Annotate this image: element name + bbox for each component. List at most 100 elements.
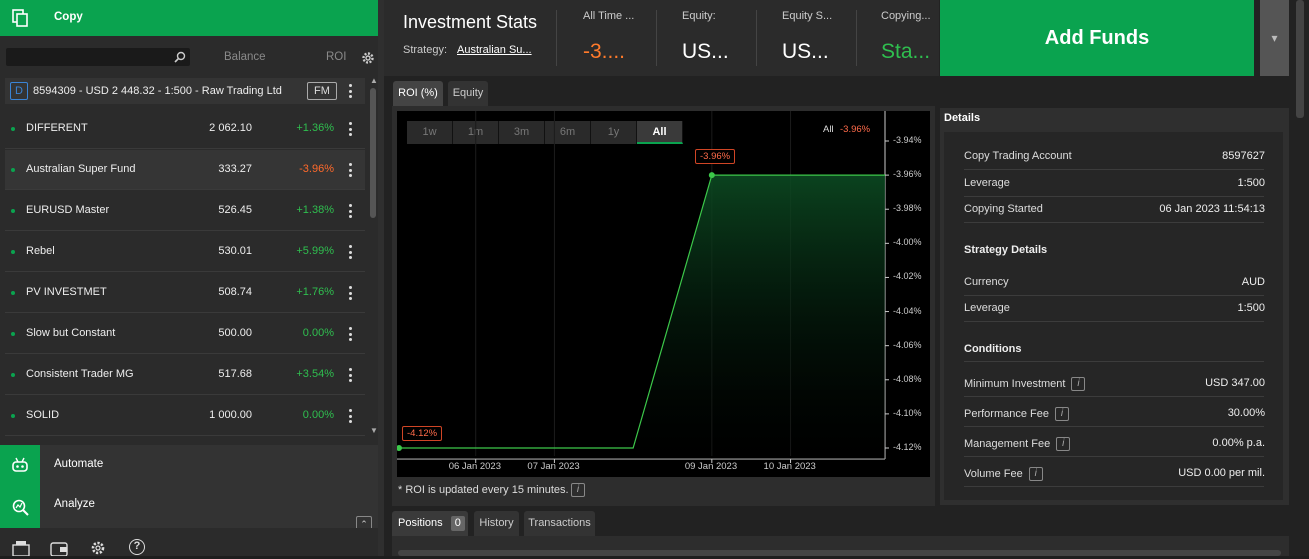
row-menu-icon[interactable] bbox=[345, 285, 355, 301]
strategy-balance: 508.74 bbox=[218, 286, 252, 298]
details-title: Details bbox=[944, 112, 981, 124]
tab-positions[interactable]: Positions 0 bbox=[392, 511, 468, 536]
strategy-row[interactable]: PV INVESTMET 508.74 +1.76% bbox=[5, 273, 365, 313]
main-scrollbar[interactable] bbox=[1296, 0, 1304, 118]
search-icon[interactable] bbox=[174, 51, 186, 63]
strategy-link[interactable]: Australian Su... bbox=[457, 44, 532, 56]
strategy-row[interactable]: Australian Super Fund 333.27 -3.96% bbox=[5, 150, 365, 190]
x-tick-label: 10 Jan 2023 bbox=[763, 461, 816, 472]
cashier-icon[interactable] bbox=[12, 540, 30, 559]
account-menu-icon[interactable] bbox=[345, 83, 355, 99]
strategy-row[interactable]: SOLID 1 000.00 0.00% bbox=[5, 396, 365, 436]
detail-value: USD 0.00 per mil. bbox=[1178, 467, 1265, 479]
y-tick-label: -4.02% bbox=[893, 271, 922, 282]
y-tick-label: -4.12% bbox=[893, 442, 922, 452]
nav-automate-label: Automate bbox=[54, 458, 104, 470]
account-selector[interactable]: D 8594309 - USD 2 448.32 - 1:500 - Raw T… bbox=[5, 78, 365, 104]
balance-column-header[interactable]: Balance bbox=[224, 51, 266, 63]
stats-title: Investment Stats bbox=[403, 12, 538, 32]
detail-value: 06 Jan 2023 11:54:13 bbox=[1159, 203, 1265, 215]
info-icon[interactable]: i bbox=[1071, 377, 1086, 391]
tab-roi[interactable]: ROI (%) bbox=[393, 81, 443, 106]
scrollbar-thumb[interactable] bbox=[370, 88, 376, 218]
detail-value: 1:500 bbox=[1237, 302, 1265, 314]
detail-key-text: Performance Fee bbox=[964, 407, 1049, 420]
y-tick-label: -4.06% bbox=[893, 339, 922, 350]
status-dot-icon bbox=[11, 332, 15, 336]
tab-transactions[interactable]: Transactions bbox=[524, 511, 595, 536]
row-menu-icon[interactable] bbox=[345, 326, 355, 342]
nav-automate[interactable]: Automate bbox=[0, 445, 378, 485]
details-panel: Details Copy Trading Account 8597627 Lev… bbox=[940, 108, 1289, 505]
strategy-balance: 517.68 bbox=[218, 368, 252, 380]
y-tick-label: -3.96% bbox=[893, 169, 922, 180]
detail-key: Leverage bbox=[964, 177, 1010, 189]
strategy-row[interactable]: EURUSD Master 526.45 +1.38% bbox=[5, 191, 365, 231]
strategy-row[interactable]: Rebel 530.01 +5.99% bbox=[5, 232, 365, 272]
row-menu-icon[interactable] bbox=[345, 121, 355, 137]
strategy-name: Rebel bbox=[26, 245, 55, 257]
status-dot-icon bbox=[11, 291, 15, 295]
status-dot-icon bbox=[11, 127, 15, 131]
end-value-label: -3.96% bbox=[695, 149, 736, 164]
strategy-balance: 2 062.10 bbox=[209, 122, 252, 134]
detail-key-text: Copying Started bbox=[964, 203, 1043, 215]
x-tick-label: 06 Jan 2023 bbox=[448, 461, 501, 472]
strategy-label: Strategy: bbox=[403, 44, 448, 56]
search-input[interactable] bbox=[6, 48, 190, 66]
add-funds-button[interactable]: Add Funds bbox=[940, 0, 1254, 76]
row-menu-icon[interactable] bbox=[345, 203, 355, 219]
strategy-row[interactable]: DIFFERENT 2 062.10 +1.36% bbox=[5, 109, 365, 149]
chevron-down-icon[interactable]: ▾ bbox=[1260, 0, 1289, 76]
splitter[interactable] bbox=[378, 0, 384, 556]
equity-s-value: US... bbox=[782, 40, 829, 63]
strategy-name: Consistent Trader MG bbox=[26, 368, 134, 380]
copy-header[interactable]: Copy bbox=[0, 0, 378, 36]
row-menu-icon[interactable] bbox=[345, 244, 355, 260]
row-menu-icon[interactable] bbox=[345, 367, 355, 383]
row-menu-icon[interactable] bbox=[345, 162, 355, 178]
info-icon[interactable]: i bbox=[1028, 467, 1043, 481]
info-icon[interactable]: i bbox=[1054, 407, 1069, 421]
help-icon[interactable]: ? bbox=[129, 539, 145, 555]
strategy-balance: 333.27 bbox=[218, 163, 252, 175]
horizontal-scrollbar[interactable] bbox=[398, 550, 1281, 556]
nav-analyze[interactable]: Analyze ⌃ bbox=[0, 485, 378, 532]
investment-stats-bar: Investment Stats Strategy: Australian Su… bbox=[384, 0, 939, 76]
info-icon[interactable]: i bbox=[571, 483, 585, 497]
analyze-icon bbox=[0, 485, 40, 528]
detail-key: Copying Started bbox=[964, 203, 1043, 215]
fm-badge[interactable]: FM bbox=[307, 82, 337, 100]
settings-icon[interactable] bbox=[90, 540, 106, 559]
strategy-row[interactable]: Slow but Constant 500.00 0.00% bbox=[5, 314, 365, 354]
detail-key: Minimum Investment i bbox=[964, 377, 1086, 391]
info-icon[interactable]: i bbox=[1056, 437, 1071, 451]
strategy-row[interactable]: Consistent Trader MG 517.68 +3.54% bbox=[5, 355, 365, 395]
detail-value: 1:500 bbox=[1237, 177, 1265, 189]
gear-icon[interactable] bbox=[361, 51, 375, 68]
detail-key: Management Fee i bbox=[964, 437, 1071, 451]
status-dot-icon bbox=[11, 373, 15, 377]
tab-history[interactable]: History bbox=[474, 511, 519, 536]
strategy-name: PV INVESTMET bbox=[26, 286, 107, 298]
strategy-roi: +5.99% bbox=[296, 245, 334, 257]
roi-column-header[interactable]: ROI bbox=[326, 51, 346, 63]
y-tick-label: -3.98% bbox=[893, 203, 922, 214]
tab-equity[interactable]: Equity bbox=[448, 81, 488, 106]
wallet-icon[interactable] bbox=[50, 540, 68, 559]
copy-title: Copy bbox=[54, 11, 83, 23]
strategy-name: EURUSD Master bbox=[26, 204, 110, 216]
x-tick-label: 07 Jan 2023 bbox=[527, 461, 580, 472]
conditions-heading: Conditions bbox=[964, 343, 1022, 355]
detail-key-text: Volume Fee bbox=[964, 467, 1023, 480]
y-tick-label: -4.04% bbox=[893, 305, 922, 316]
detail-key-text: Minimum Investment bbox=[964, 377, 1066, 390]
equity-value: US... bbox=[682, 40, 729, 63]
detail-key: Performance Fee i bbox=[964, 407, 1069, 421]
detail-key-text: Copy Trading Account bbox=[964, 150, 1072, 162]
y-tick-label: -4.10% bbox=[893, 407, 922, 418]
sidebar-scrollbar[interactable]: ▲ ▼ bbox=[369, 76, 378, 438]
row-menu-icon[interactable] bbox=[345, 408, 355, 424]
demo-badge: D bbox=[10, 82, 28, 100]
detail-value: USD 347.00 bbox=[1205, 377, 1265, 389]
